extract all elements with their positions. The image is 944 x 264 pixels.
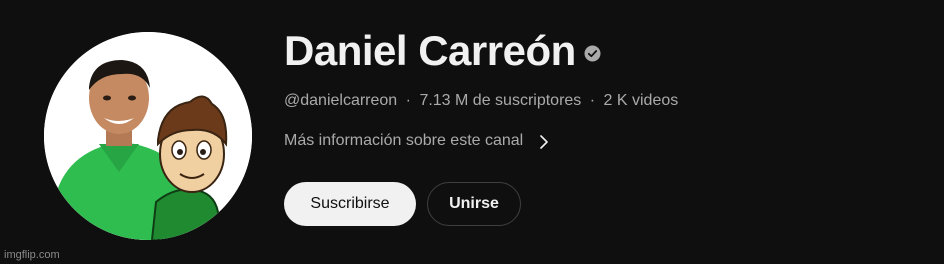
watermark: imgflip.com xyxy=(4,249,60,261)
channel-name: Daniel Carreón xyxy=(284,27,576,74)
subscriber-count: 7.13 M de suscriptores xyxy=(419,92,582,109)
chevron-right-icon xyxy=(537,134,551,149)
avatar-image xyxy=(44,32,252,240)
channel-header: Daniel Carreón @danielcarreon · 7.13 M d… xyxy=(0,0,944,264)
meta-separator: · xyxy=(405,92,411,109)
channel-meta: @danielcarreon · 7.13 M de suscriptores … xyxy=(284,90,904,112)
channel-avatar[interactable] xyxy=(44,32,252,240)
channel-name-row: Daniel Carreón xyxy=(284,24,904,78)
meta-separator: · xyxy=(589,92,596,109)
verified-check-icon xyxy=(584,45,601,62)
subscribe-button[interactable]: Suscribirse xyxy=(284,182,416,226)
video-count: 2 K videos xyxy=(603,92,679,109)
join-button[interactable]: Unirse xyxy=(427,182,521,226)
more-info-link[interactable]: Más información sobre este canal xyxy=(284,130,551,152)
action-buttons: Suscribirse Unirse xyxy=(284,182,904,226)
more-info-label: Más información sobre este canal xyxy=(284,132,524,149)
channel-handle: @danielcarreon xyxy=(284,92,398,109)
channel-info: Daniel Carreón @danielcarreon · 7.13 M d… xyxy=(284,24,904,226)
